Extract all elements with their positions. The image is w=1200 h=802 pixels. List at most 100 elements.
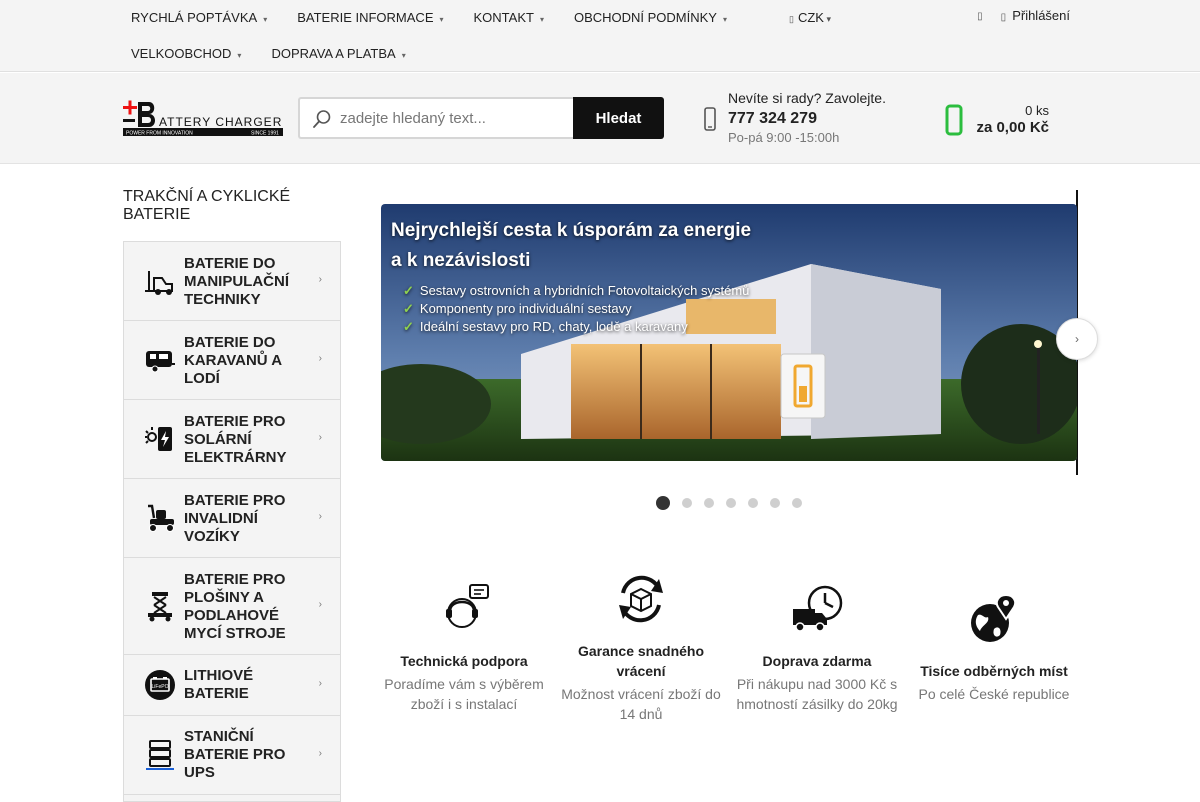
top-right-links: ▯ ▯ Přihlášení xyxy=(977,0,1070,34)
hero-slider[interactable]: Nejrychlejší cesta k úsporám za energie … xyxy=(381,204,1077,461)
nav-item-rychla-poptavka[interactable]: RYCHLÁ POPTÁVKA ▾ xyxy=(123,0,275,36)
feature-description: Po celé České republice xyxy=(918,686,1070,702)
chevron-down-icon: ▾ xyxy=(237,51,242,60)
top-bar: RYCHLÁ POPTÁVKA ▾ BATERIE INFORMACE ▾ KONT… xyxy=(0,0,1200,72)
slider-dots xyxy=(656,496,802,510)
return-box-icon xyxy=(619,575,663,623)
login-link[interactable]: ▯ Přihlášení xyxy=(1001,0,1070,35)
delivery-truck-icon xyxy=(793,585,843,632)
cart-icon xyxy=(945,104,963,136)
nav-item-velkoobchod[interactable]: VELKOOBCHOD ▾ xyxy=(123,36,249,72)
caravan-icon xyxy=(146,351,175,373)
slide-text: Nejrychlejší cesta k úsporám za energie … xyxy=(391,216,751,336)
chevron-down-icon: ▾ xyxy=(439,15,444,24)
category-item-lithiove-baterie[interactable]: LiFePO LITHIOVÉ BATERIE › xyxy=(124,655,340,716)
feature-easy-return: Garance snadného vrácení Možnost vrácení… xyxy=(557,573,725,724)
chevron-right-icon: › xyxy=(318,678,322,689)
globe-pin-icon xyxy=(971,593,1017,642)
feature-technical-support: Technická podpora Poradíme vám s výběrem… xyxy=(380,583,548,714)
slider-dot[interactable] xyxy=(792,498,802,508)
chevron-down-icon: ▾ xyxy=(722,15,727,24)
slider-dot[interactable] xyxy=(748,498,758,508)
search-button[interactable]: Hledat xyxy=(573,97,664,139)
category-item-manipulacni-technika[interactable]: BATERIE DO MANIPULAČNÍ TECHNIKY › xyxy=(124,242,340,321)
category-item-solarni-elektrarny[interactable]: BATERIE PRO SOLÁRNÍ ELEKTRÁRNY › xyxy=(124,400,340,479)
solar-battery-icon xyxy=(145,427,172,451)
category-item-plosiny-myci-stroje[interactable]: BATERIE PRO PLOŠINY A PODLAHOVÉ MYCÍ STR… xyxy=(124,558,340,655)
nav-item-baterie-informace[interactable]: BATERIE INFORMACE ▾ xyxy=(289,0,451,36)
category-item-invalidni-voziky[interactable]: BATERIE PRO INVALIDNÍ VOZÍKY › xyxy=(124,479,340,558)
svg-text:SINCE 1991: SINCE 1991 xyxy=(251,131,279,137)
cart-button[interactable]: 0 ks za 0,00 Kč xyxy=(945,99,1051,139)
check-icon: ✓ xyxy=(403,301,414,316)
nav-item-doprava-a-platba[interactable]: DOPRAVA A PLATBA ▾ xyxy=(263,36,413,72)
slider-dot[interactable] xyxy=(704,498,714,508)
chevron-down-icon: ▾ xyxy=(539,15,544,24)
user-icon: ▯ xyxy=(1000,12,1007,23)
currency-selector[interactable]: ▯ CZK ▾ xyxy=(789,0,831,36)
category-label: BATERIE DO KARAVANŮ A LODÍ xyxy=(184,334,282,387)
svg-text:ATTERY CHARGER CZ: ATTERY CHARGER CZ xyxy=(159,115,283,129)
category-list: BATERIE DO MANIPULAČNÍ TECHNIKY › BATERI… xyxy=(123,241,341,802)
nav-item-kontakt[interactable]: KONTAKT ▾ xyxy=(466,0,552,36)
check-icon: ✓ xyxy=(403,319,414,334)
category-item-stanicni-ups[interactable]: STANIČNÍ BATERIE PRO UPS › xyxy=(124,716,340,795)
slider-next-button[interactable]: › xyxy=(1056,318,1098,360)
svg-text:LiFePO: LiFePO xyxy=(152,684,169,690)
slide-bullet: ✓ Ideální sestavy pro RD, chaty, lodě a k… xyxy=(403,319,688,334)
phone-contact: Nevíte si rady? Zavolejte. 777 324 279 P… xyxy=(704,89,914,149)
feature-pickup-points: Tisíce odběrných míst Po celé České repu… xyxy=(910,593,1078,704)
chevron-right-icon: › xyxy=(1075,332,1079,346)
slide-headline: a k nezávislosti xyxy=(391,250,531,271)
slide-bullet: ✓ Sestavy ostrovních a hybridních Fotovol… xyxy=(403,283,750,298)
chevron-right-icon: › xyxy=(318,353,322,364)
category-label: BATERIE DO MANIPULAČNÍ TECHNIKY xyxy=(184,255,289,308)
category-label: BATERIE PRO INVALIDNÍ VOZÍKY xyxy=(184,492,286,545)
slider-dot[interactable] xyxy=(656,496,670,510)
header: ATTERY CHARGER CZ POWER FROM INNOVATION … xyxy=(0,73,1200,164)
feature-description: Při nákupu nad 3000 Kč s hmotností zásil… xyxy=(736,676,898,712)
feature-description: Možnost vrácení zboží do 14 dnů xyxy=(561,686,721,722)
category-label: BATERIE PRO SOLÁRNÍ ELEKTRÁRNY xyxy=(184,413,287,466)
chevron-right-icon: › xyxy=(318,274,322,285)
feature-title: Garance snadného vrácení xyxy=(577,643,705,679)
feature-free-delivery: Doprava zdarma Při nákupu nad 3000 Kč s … xyxy=(733,583,901,714)
cart-quantity: 0 ks xyxy=(1025,103,1049,118)
chevron-right-icon: › xyxy=(318,599,322,610)
slide-headline: Nejrychlejší cesta k úsporám za energie xyxy=(391,220,752,241)
slider-dot[interactable] xyxy=(770,498,780,508)
lithium-battery-icon: LiFePO xyxy=(145,670,175,700)
slider-dot[interactable] xyxy=(682,498,692,508)
chevron-down-icon: ▾ xyxy=(263,15,268,24)
sidebar-title: TRAKČNÍ A CYKLICKÉ BATERIE xyxy=(123,188,291,223)
svg-text:POWER FROM INNOVATION: POWER FROM INNOVATION xyxy=(126,131,193,137)
chevron-right-icon: › xyxy=(318,748,322,759)
chevron-right-icon: › xyxy=(318,432,322,443)
phone-hours: Po-pá 9:00 -15:00h xyxy=(728,130,840,145)
support-headset-icon xyxy=(446,584,489,628)
category-label: STANIČNÍ BATERIE PRO UPS xyxy=(184,728,286,781)
phone-number[interactable]: 777 324 279 xyxy=(728,110,817,128)
slide-bullet: ✓ Komponenty pro individuální sestavy xyxy=(403,301,632,316)
search-icon[interactable]: ▯ xyxy=(977,0,983,34)
forklift-icon xyxy=(145,271,173,295)
cart-total: za 0,00 Kč xyxy=(976,119,1049,136)
ups-rack-icon xyxy=(146,740,174,770)
battery-charger-logo-icon: ATTERY CHARGER CZ POWER FROM INNOVATION … xyxy=(123,100,304,137)
feature-description: Poradíme vám s výběrem zboží i s instala… xyxy=(384,676,544,712)
chevron-down-icon: ▾ xyxy=(823,14,831,24)
feature-title: Doprava zdarma xyxy=(762,653,872,669)
logo[interactable]: ATTERY CHARGER CZ POWER FROM INNOVATION … xyxy=(123,100,304,137)
category-label: LITHIOVÉ BATERIE xyxy=(184,667,254,702)
top-navigation: RYCHLÁ POPTÁVKA ▾ BATERIE INFORMACE ▾ KONT… xyxy=(123,0,763,72)
slider-dot[interactable] xyxy=(726,498,736,508)
search-field xyxy=(298,97,574,139)
scissor-lift-icon xyxy=(148,592,172,622)
category-item-karavany-lode[interactable]: BATERIE DO KARAVANŮ A LODÍ › xyxy=(124,321,340,400)
search-icon xyxy=(313,110,331,128)
feature-title: Tisíce odběrných míst xyxy=(920,663,1068,679)
nav-item-obchodni-podminky[interactable]: OBCHODNÍ PODMÍNKY ▾ xyxy=(566,0,735,36)
search-input[interactable] xyxy=(340,99,570,137)
search-form: Hledat xyxy=(298,97,664,139)
chevron-right-icon: › xyxy=(318,511,322,522)
